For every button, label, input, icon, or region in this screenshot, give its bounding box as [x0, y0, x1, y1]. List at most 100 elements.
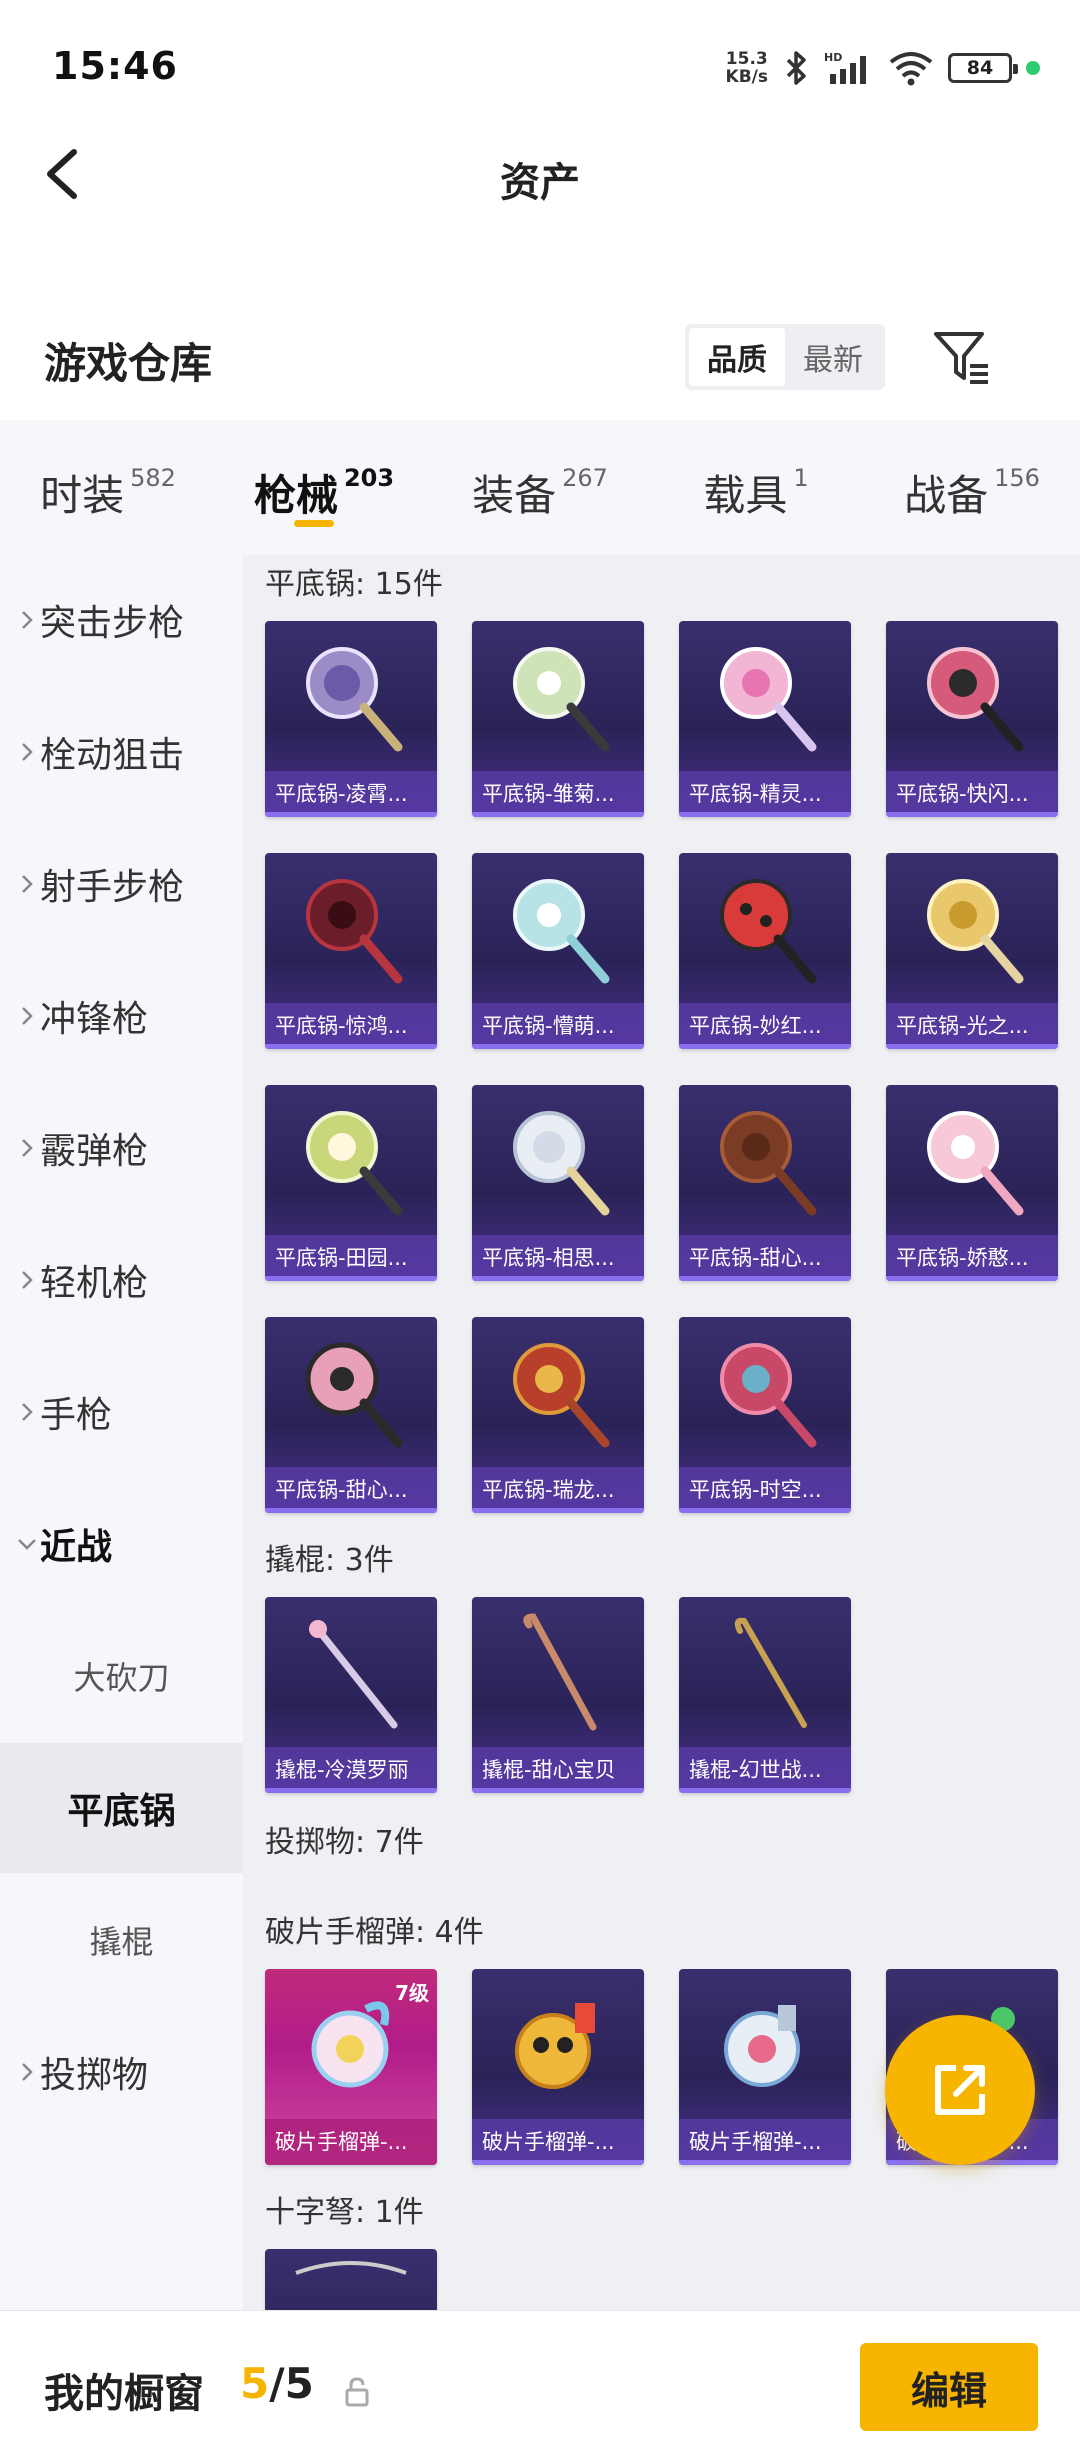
rarity-bar [472, 1788, 644, 1793]
section-title-throwables: 投掷物: 7件 [265, 1825, 424, 1860]
chevron-right-icon [0, 609, 40, 631]
share-button[interactable] [885, 2015, 1035, 2165]
chevron-right-icon [0, 1137, 40, 1159]
showcase-bar: 我的橱窗 5/5 编辑 [0, 2310, 1080, 2460]
item-card[interactable]: 平底锅-精灵... [679, 621, 851, 817]
rarity-bar [886, 1044, 1058, 1049]
status-icons: 15.3 KB/s HD 84 [726, 44, 1040, 92]
item-card[interactable]: 撬棍-幻世战... [679, 1597, 851, 1793]
sidebar-item-throwables[interactable]: 投掷物 [0, 2007, 243, 2137]
rarity-bar [679, 1508, 851, 1513]
sidebar-subitem-pan[interactable]: 平底锅 [0, 1743, 243, 1873]
sort-option-latest[interactable]: 最新 [785, 328, 881, 386]
rarity-bar [265, 1788, 437, 1793]
rarity-bar [265, 1276, 437, 1281]
sidebar-item-pistol[interactable]: 手枪 [0, 1347, 243, 1477]
item-card[interactable]: 平底锅-时空... [679, 1317, 851, 1513]
chevron-right-icon [0, 873, 40, 895]
showcase-label: 我的橱窗 [44, 2371, 204, 2417]
tab-combat-gear[interactable]: 战备 156 [864, 420, 1080, 555]
share-external-icon [935, 2065, 985, 2115]
item-card[interactable]: 平底锅-相思... [472, 1085, 644, 1281]
item-card[interactable]: 破片手榴弹-... [679, 1969, 851, 2165]
item-card[interactable]: 平底锅-甜心... [679, 1085, 851, 1281]
item-card[interactable]: 平底锅-妙红... [679, 853, 851, 1049]
rarity-bar [472, 812, 644, 817]
item-card[interactable]: 平底锅-快闪... [886, 621, 1058, 817]
pan-icon [265, 1317, 437, 1467]
pan-icon [472, 1317, 644, 1467]
item-card[interactable]: 平底锅-光之... [886, 853, 1058, 1049]
warehouse-row: 游戏仓库 品质 最新 [0, 310, 1080, 410]
privacy-indicator-dot [1026, 61, 1040, 75]
filter-button[interactable] [930, 326, 994, 390]
page-title: 资产 [500, 160, 580, 206]
wifi-icon [889, 52, 933, 86]
crowbar-icon [265, 1597, 437, 1747]
tab-fashion[interactable]: 时装 582 [0, 420, 216, 555]
sidebar-item-lmg[interactable]: 轻机枪 [0, 1215, 243, 1345]
status-bar: 15:46 15.3 KB/s HD 84 [0, 0, 1080, 140]
item-card[interactable]: 平底锅-甜心... [265, 1317, 437, 1513]
showcase-count: 5/5 [240, 2359, 314, 2408]
chevron-right-icon [0, 741, 40, 763]
item-card[interactable]: 撬棍-甜心宝贝 [472, 1597, 644, 1793]
grenade-icon [679, 1969, 851, 2119]
sidebar-item-assault-rifle[interactable]: 突击步枪 [0, 555, 243, 685]
item-card[interactable]: 平底锅-凌霄... [265, 621, 437, 817]
pan-icon [679, 1085, 851, 1235]
pan-icon [679, 1317, 851, 1467]
tab-equipment[interactable]: 装备 267 [432, 420, 648, 555]
pan-icon [679, 853, 851, 1003]
rarity-bar [679, 1276, 851, 1281]
bluetooth-icon [786, 51, 806, 85]
pan-icon [265, 621, 437, 771]
item-card[interactable]: 7级 破片手榴弹-... [265, 1969, 437, 2165]
chevron-down-icon [0, 1537, 40, 1551]
sort-option-quality[interactable]: 品质 [689, 328, 785, 386]
rarity-bar [265, 1508, 437, 1513]
rarity-bar [886, 812, 1058, 817]
sidebar-subitem-crowbar[interactable]: 撬棍 [0, 1875, 243, 2005]
item-card[interactable]: 平底锅-田园... [265, 1085, 437, 1281]
tab-firearms[interactable]: 枪械 203 [216, 420, 432, 555]
lock-icon [345, 2377, 369, 2407]
filter-icon [934, 332, 988, 384]
tab-vehicles[interactable]: 载具 1 [648, 420, 864, 555]
chevron-right-icon [0, 1401, 40, 1423]
header: 资产 [0, 130, 1080, 220]
pan-icon [886, 853, 1058, 1003]
sidebar-item-bolt-sniper[interactable]: 栓动狙击 [0, 687, 243, 817]
sidebar-item-smg[interactable]: 冲锋枪 [0, 951, 243, 1081]
section-title-pan: 平底锅: 15件 [265, 567, 443, 602]
sidebar-item-shotgun[interactable]: 霰弹枪 [0, 1083, 243, 1213]
rarity-bar [472, 2160, 644, 2165]
item-card[interactable]: 破片手榴弹-... [472, 1969, 644, 2165]
rarity-bar [679, 1044, 851, 1049]
item-card-partial[interactable] [265, 2249, 437, 2310]
item-card[interactable]: 平底锅-懵萌... [472, 853, 644, 1049]
grenade-icon [472, 1969, 644, 2119]
category-tabs: 时装 582 枪械 203 装备 267 载具 1 战备 156 [0, 420, 1080, 555]
pan-icon [472, 621, 644, 771]
rarity-bar [472, 1044, 644, 1049]
battery-icon: 84 [948, 53, 1018, 83]
section-title-crossbow: 十字弩: 1件 [265, 2195, 424, 2230]
sidebar-subitem-machete[interactable]: 大砍刀 [0, 1611, 243, 1741]
rarity-bar [265, 812, 437, 817]
item-card[interactable]: 平底锅-惊鸿... [265, 853, 437, 1049]
crowbar-icon [472, 1597, 644, 1747]
item-card[interactable]: 平底锅-娇憨... [886, 1085, 1058, 1281]
signal-icon: HD [824, 51, 866, 84]
item-card[interactable]: 平底锅-雏菊... [472, 621, 644, 817]
chevron-right-icon [0, 1005, 40, 1027]
item-card[interactable]: 撬棍-冷漠罗丽 [265, 1597, 437, 1793]
pan-icon [265, 853, 437, 1003]
rarity-bar [472, 1508, 644, 1513]
sidebar-item-marksman-rifle[interactable]: 射手步枪 [0, 819, 243, 949]
sidebar-item-melee[interactable]: 近战 [0, 1479, 243, 1609]
item-card[interactable]: 平底锅-瑞龙... [472, 1317, 644, 1513]
weapon-category-sidebar: 突击步枪 栓动狙击 射手步枪 冲锋枪 霰弹枪 轻机枪 手枪 近战 大砍刀 平底锅… [0, 555, 243, 2310]
net-speed: 15.3 KB/s [725, 49, 768, 87]
edit-button[interactable]: 编辑 [860, 2343, 1038, 2431]
